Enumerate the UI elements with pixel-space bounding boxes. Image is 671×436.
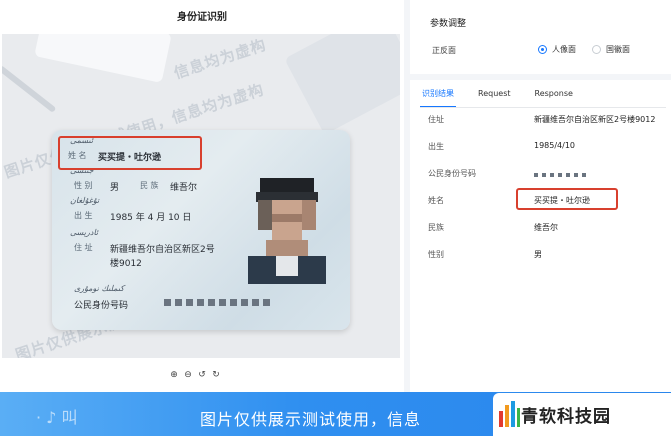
card-gender-label: 性 别 — [74, 181, 93, 190]
card-gender: 男 — [110, 183, 120, 193]
radio-portrait-label: 人像面 — [552, 45, 576, 54]
row-value: 维吾尔 — [534, 223, 558, 232]
row-value: 新疆维吾尔自治区新区2号楼9012 — [534, 115, 656, 124]
card-uy-birth: تۇغۇلغان — [70, 196, 100, 205]
zoom-in-icon[interactable]: ⊕ — [168, 369, 180, 381]
params-panel: 参数调整 正反面 人像面 国徽面 — [410, 0, 671, 74]
card-id-label: 公民身份号码 — [74, 301, 129, 311]
rotate-left-icon[interactable]: ↺ — [196, 369, 208, 381]
card-nation: 维吾尔 — [170, 183, 198, 193]
card-uy-id: كىملىك نومۇرى — [74, 284, 125, 293]
image-viewer[interactable]: 信息均为虚构 图片仅供展示测试使用，信息均为虚构 图片仅供展示测试使用 ئىسم… — [2, 34, 400, 358]
keyboard-shape — [284, 34, 400, 135]
portrait-photo-pixelated — [248, 178, 326, 284]
face-side-label: 正反面 — [432, 46, 456, 55]
row-label: 出生 — [428, 142, 444, 151]
card-nation-label: 民 族 — [140, 181, 159, 190]
row-value-redacted — [534, 170, 590, 179]
row-label: 性别 — [428, 250, 444, 259]
row-label: 住址 — [428, 115, 444, 124]
banner-text: 图片仅供展示测试使用，信息 — [200, 410, 422, 429]
radio-emblem-side[interactable]: 国徽面 — [592, 44, 630, 55]
card-id-number-redacted — [164, 298, 274, 308]
tabs-divider — [420, 107, 666, 108]
zoom-out-icon[interactable]: ⊖ — [182, 369, 194, 381]
card-uy-address: ئادرېسى — [70, 228, 99, 237]
brand-logo-icon — [499, 401, 520, 427]
brand-name: 青软科技园 — [521, 407, 611, 427]
banner-faint-text: · ♪ 叫 — [36, 408, 78, 427]
card-address-line1: 新疆维吾尔自治区新区2号 — [110, 245, 215, 255]
card-birth-label: 出 生 — [74, 211, 93, 220]
result-name-highlight-box — [516, 188, 618, 210]
card-address-line2: 楼9012 — [110, 259, 142, 269]
results-tabs: 识别结果 Request Response — [420, 88, 595, 108]
card-birth: 1985 年 4 月 10 日 — [110, 213, 192, 223]
row-label: 姓名 — [428, 196, 444, 205]
results-panel: 识别结果 Request Response 住址 新疆维吾尔自治区新区2号楼90… — [410, 80, 671, 392]
radio-unchecked-icon[interactable] — [592, 45, 601, 54]
name-highlight-box — [58, 136, 202, 170]
radio-portrait-side[interactable]: 人像面 — [538, 44, 576, 55]
notebook-shape — [34, 34, 172, 83]
pen-shape — [2, 65, 57, 113]
row-label: 民族 — [428, 223, 444, 232]
radio-emblem-label: 国徽面 — [606, 45, 630, 54]
row-value: 男 — [534, 250, 542, 259]
radio-checked-icon[interactable] — [538, 45, 547, 54]
app-root: 身份证识别 信息均为虚构 图片仅供展示测试使用，信息均为虚构 图片仅供展示测试使… — [0, 0, 671, 436]
watermark-1: 信息均为虚构 — [171, 35, 269, 83]
zoom-toolbar: ⊕ ⊖ ↺ ↻ — [168, 369, 222, 381]
row-value: 1985/4/10 — [534, 141, 576, 150]
rotate-right-icon[interactable]: ↻ — [210, 369, 222, 381]
card-address-label: 住 址 — [74, 243, 93, 252]
tab-response[interactable]: Response — [533, 88, 575, 108]
brand-badge: 青软科技园 — [493, 393, 671, 436]
tab-request[interactable]: Request — [476, 88, 513, 108]
image-preview-panel: 身份证识别 信息均为虚构 图片仅供展示测试使用，信息均为虚构 图片仅供展示测试使… — [0, 0, 404, 392]
tab-result[interactable]: 识别结果 — [420, 88, 456, 108]
row-label: 公民身份号码 — [428, 169, 476, 178]
params-title: 参数调整 — [430, 19, 467, 29]
panel-title: 身份证识别 — [177, 12, 227, 23]
